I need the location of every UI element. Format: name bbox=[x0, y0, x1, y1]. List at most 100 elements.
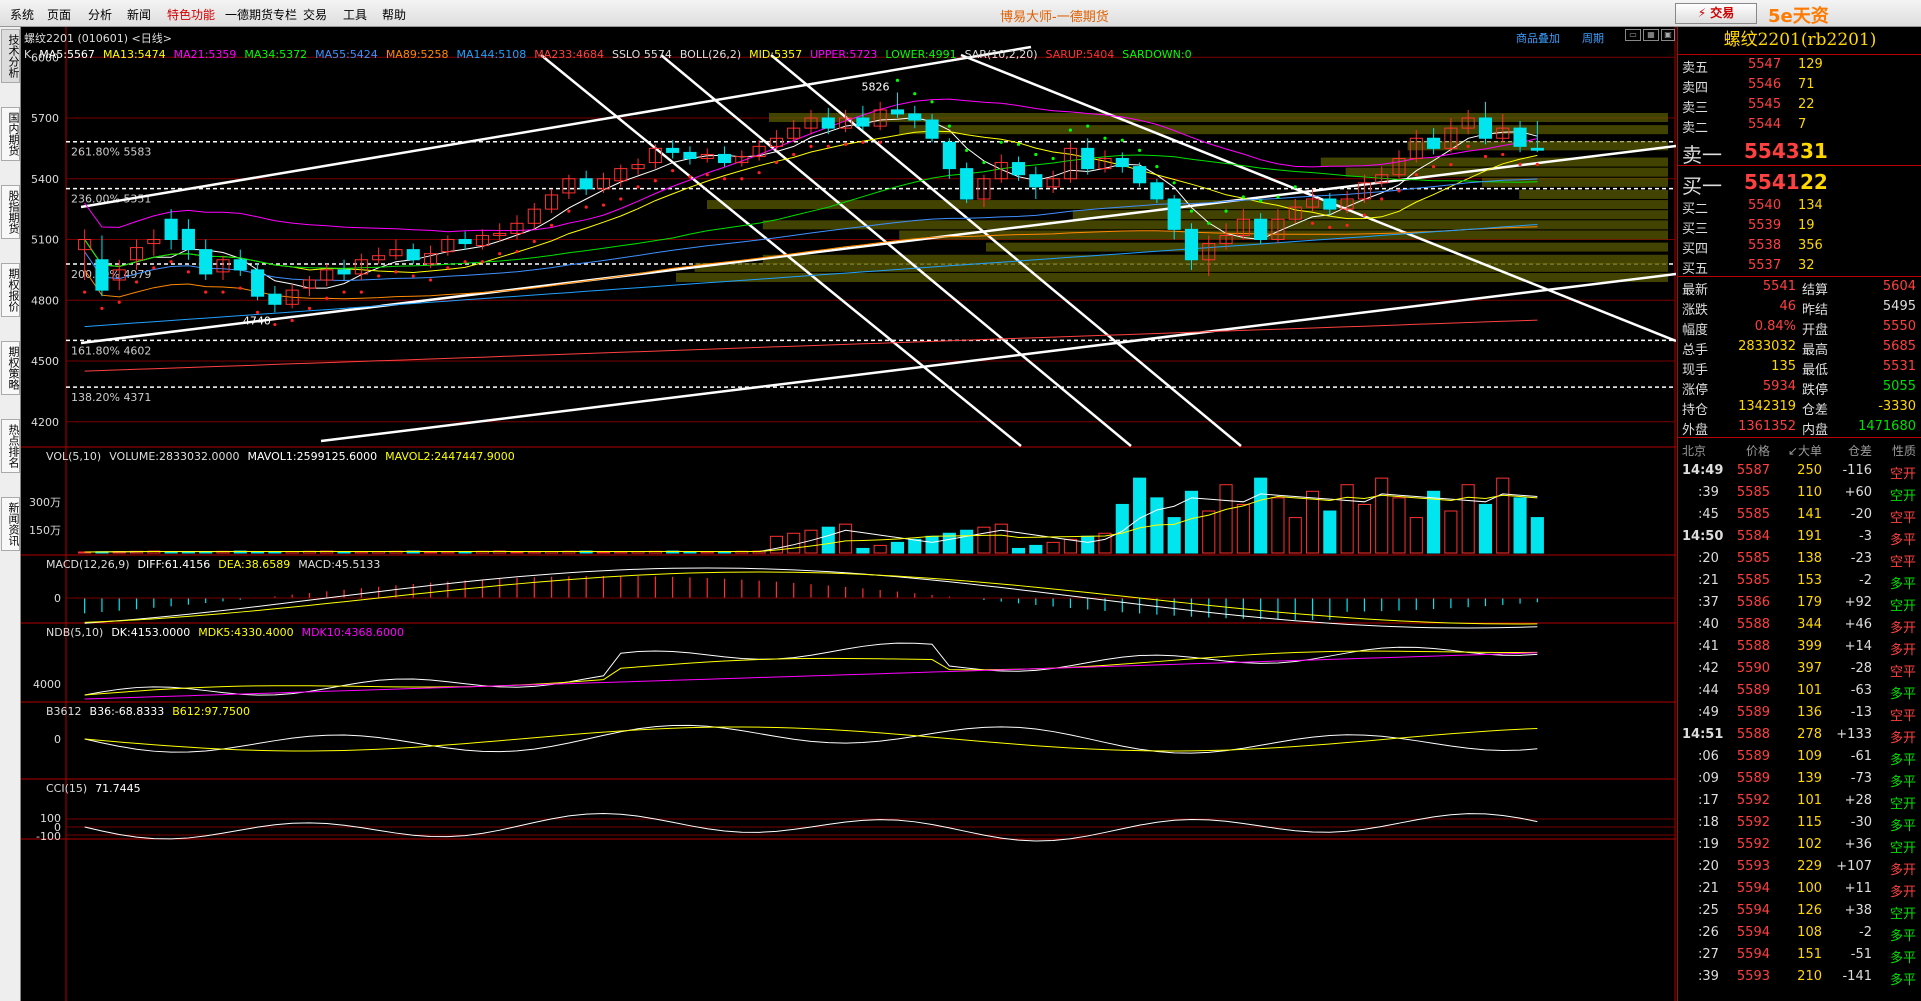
order-book-row[interactable]: 卖一 5543 31 bbox=[1678, 135, 1921, 167]
trade-row[interactable]: :21 5585 153 -2 多平 bbox=[1678, 570, 1921, 592]
sar-dot bbox=[1207, 221, 1211, 225]
side-tab-5[interactable]: 热点排名 bbox=[1, 419, 20, 473]
trade-row[interactable]: :09 5589 139 -73 多平 bbox=[1678, 768, 1921, 790]
side-tab-1[interactable]: 国内期货 bbox=[1, 107, 20, 161]
candle-body bbox=[1029, 174, 1043, 188]
trade-oi-change: +38 bbox=[1844, 903, 1872, 918]
trade-type: 空开 bbox=[1889, 841, 1916, 856]
menu-item-1[interactable]: 页面 bbox=[47, 6, 71, 23]
volume-tick: 150万 bbox=[29, 524, 61, 537]
trade-row[interactable]: :20 5593 229 +107 多开 bbox=[1678, 856, 1921, 878]
volume-bar bbox=[1340, 484, 1354, 554]
side-tab-2[interactable]: 股指期货 bbox=[1, 185, 20, 239]
side-tab-3[interactable]: 期权报价 bbox=[1, 263, 20, 317]
trade-volume: 278 bbox=[1797, 727, 1822, 742]
trade-row[interactable]: 14:49 5587 250 -116 空开 bbox=[1678, 460, 1921, 482]
trade-type: 空平 bbox=[1889, 709, 1916, 724]
period-link[interactable]: 周期 bbox=[1582, 30, 1604, 46]
order-book-row[interactable]: 买一 5541 22 bbox=[1678, 166, 1921, 198]
chart-area[interactable]: 6000 5700 5400 5100 4800 4500 4200 261.80% 5583… bbox=[21, 27, 1676, 1001]
fib-label: 200.00% 4979 bbox=[71, 268, 151, 281]
maximize-icon[interactable]: ▣ bbox=[1661, 29, 1675, 41]
menu-item-4[interactable]: 特色功能 bbox=[167, 6, 215, 23]
trade-row[interactable]: :41 5588 399 +14 多开 bbox=[1678, 636, 1921, 658]
order-book-row[interactable]: 买五 5537 32 bbox=[1678, 256, 1921, 277]
trade-row[interactable]: :06 5589 109 -61 多平 bbox=[1678, 746, 1921, 768]
trade-time: :06 bbox=[1698, 749, 1719, 764]
candle-body bbox=[95, 259, 109, 291]
sar-dot bbox=[463, 260, 467, 264]
sar-dot bbox=[965, 148, 969, 152]
trade-time: :20 bbox=[1698, 551, 1719, 566]
order-price: 5541 bbox=[1744, 170, 1800, 194]
chart-canvas[interactable]: 6000570054005100480045004200261.80% 5583… bbox=[21, 27, 1676, 1001]
order-book-row[interactable]: 卖四 5546 71 bbox=[1678, 75, 1921, 96]
trade-price: 5585 bbox=[1736, 551, 1770, 566]
trade-row[interactable]: :42 5590 397 -28 空平 bbox=[1678, 658, 1921, 680]
volume-bar bbox=[1461, 484, 1475, 554]
trade-row[interactable]: :26 5594 108 -2 多平 bbox=[1678, 922, 1921, 944]
trade-type: 空开 bbox=[1889, 907, 1916, 922]
trade-row[interactable]: :39 5585 110 +60 空开 bbox=[1678, 482, 1921, 504]
trade-time: :20 bbox=[1698, 859, 1719, 874]
menu-item-7[interactable]: 工具 bbox=[343, 6, 367, 23]
trade-row[interactable]: :17 5592 101 +28 空开 bbox=[1678, 790, 1921, 812]
overlay-link[interactable]: 商品叠加 bbox=[1516, 30, 1560, 46]
grid-icon[interactable]: ▦ bbox=[1643, 29, 1659, 41]
trade-row[interactable]: :44 5589 101 -63 多平 bbox=[1678, 680, 1921, 702]
menu-item-3[interactable]: 新闻 bbox=[127, 6, 151, 23]
sar-dot bbox=[878, 140, 882, 144]
menu-item-5[interactable]: 一德期货专栏 bbox=[225, 6, 297, 23]
trade-row[interactable]: :21 5594 100 +11 多开 bbox=[1678, 878, 1921, 900]
trade-row[interactable]: :25 5594 126 +38 空开 bbox=[1678, 900, 1921, 922]
trade-list-header: 北京 价格 ↙大单 仓差 性质 bbox=[1678, 437, 1921, 460]
trade-volume: 191 bbox=[1797, 529, 1822, 544]
volume-bar bbox=[1513, 497, 1527, 554]
volume-bar bbox=[1219, 484, 1233, 554]
trade-price: 5588 bbox=[1736, 617, 1770, 632]
order-book-row[interactable]: 买三 5539 19 bbox=[1678, 216, 1921, 237]
trade-row[interactable]: :45 5585 141 -20 空平 bbox=[1678, 504, 1921, 526]
trade-row[interactable]: 14:51 5588 278 +133 多开 bbox=[1678, 724, 1921, 746]
order-book-row[interactable]: 卖二 5544 7 bbox=[1678, 115, 1921, 136]
side-tab-4[interactable]: 期权策略 bbox=[1, 341, 20, 395]
trade-oi-change: -3 bbox=[1859, 529, 1872, 544]
trade-row[interactable]: :37 5586 179 +92 空开 bbox=[1678, 592, 1921, 614]
side-tab-6[interactable]: 新闻资讯 bbox=[1, 497, 20, 551]
layout-icon[interactable]: ▭ bbox=[1625, 29, 1641, 41]
trade-list[interactable]: 14:49 5587 250 -116 空开:39 5585 110 +60 空开:45 5585… bbox=[1678, 460, 1921, 988]
trade-row[interactable]: :39 5593 210 -141 多平 bbox=[1678, 966, 1921, 988]
trade-row[interactable]: :49 5589 136 -13 空平 bbox=[1678, 702, 1921, 724]
order-book-row[interactable]: 卖五 5547 129 bbox=[1678, 55, 1921, 76]
trade-row[interactable]: :19 5592 102 +36 空开 bbox=[1678, 834, 1921, 856]
trade-time: :45 bbox=[1698, 507, 1719, 522]
trade-button[interactable]: ⚡ 交易 bbox=[1675, 3, 1757, 24]
sar-dot bbox=[394, 270, 398, 274]
volume-profile-band bbox=[1519, 189, 1668, 199]
trade-price: 5586 bbox=[1736, 595, 1770, 610]
trade-row[interactable]: :18 5592 115 -30 多平 bbox=[1678, 812, 1921, 834]
order-volume: 7 bbox=[1798, 117, 1807, 132]
trade-header-cell: ↙大单 bbox=[1787, 444, 1822, 458]
volume-bar bbox=[164, 551, 178, 554]
trade-row[interactable]: 14:50 5584 191 -3 多平 bbox=[1678, 526, 1921, 548]
sar-dot bbox=[169, 260, 173, 264]
order-book-row[interactable]: 买二 5540 134 bbox=[1678, 196, 1921, 217]
trade-row[interactable]: :20 5585 138 -23 空平 bbox=[1678, 548, 1921, 570]
candle-body bbox=[1184, 228, 1199, 261]
order-label: 买一 bbox=[1682, 174, 1722, 198]
mavol1-line bbox=[84, 493, 1538, 553]
order-book-row[interactable]: 买四 5538 356 bbox=[1678, 236, 1921, 257]
menu-item-6[interactable]: 交易 bbox=[303, 6, 327, 23]
order-book-row[interactable]: 卖三 5545 22 bbox=[1678, 95, 1921, 116]
trade-time: :26 bbox=[1698, 925, 1719, 940]
menu-item-0[interactable]: 系统 bbox=[10, 6, 34, 23]
volume-profile-band bbox=[899, 125, 1668, 135]
trade-price: 5588 bbox=[1736, 639, 1770, 654]
menu-item-2[interactable]: 分析 bbox=[88, 6, 112, 23]
menu-item-8[interactable]: 帮助 bbox=[382, 6, 406, 23]
side-tab-0[interactable]: 技术分析 bbox=[1, 29, 20, 83]
trade-row[interactable]: :27 5594 151 -51 多平 bbox=[1678, 944, 1921, 966]
trade-volume: 126 bbox=[1797, 903, 1822, 918]
trade-row[interactable]: :40 5588 344 +46 多开 bbox=[1678, 614, 1921, 636]
